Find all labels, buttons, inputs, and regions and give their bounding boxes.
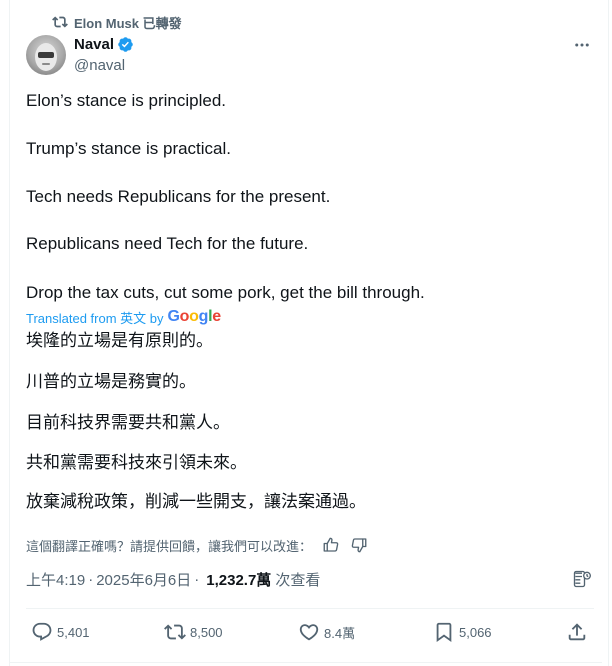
tweet-line: Drop the tax cuts, cut some pork, get th… [26,283,425,302]
translation-feedback: 這個翻譯正確嗎？請提供回饋，讓我們可以改進： [26,534,368,556]
tweet-meta: 上午4:19 · 2025年6月6日 · 1,232.7萬 次查看 [26,569,320,589]
bookmark-icon [436,622,452,643]
repost-button[interactable]: 8,500 [164,620,223,644]
tweet-line: Elon’s stance is principled. [26,91,227,110]
google-logo: Google [167,308,222,325]
reply-button[interactable]: 5,401 [31,620,90,644]
translated-from-link[interactable]: Translated from 英文 by Google [26,308,221,326]
repost-label: Elon Musk 已轉發 [74,15,182,31]
view-count: 1,232.7萬 [206,571,272,589]
tweet-line: Tech needs Republicans for the present. [26,187,331,206]
verified-badge-icon[interactable] [117,36,134,53]
translated-line: 共和黨需要科技來引領未來。 [26,453,247,472]
translated-label: Translated from 英文 by [26,310,164,326]
tweet-date[interactable]: 2025年6月6日 [96,569,191,590]
translated-line: 川普的立場是務實的。 [26,372,196,391]
author-name[interactable]: Naval [74,36,114,53]
reply-icon [32,622,52,641]
translated-line: 放棄減稅政策，削減一些開支，讓法案通過。 [26,492,366,511]
thumbs-up-icon[interactable] [322,536,340,554]
tweet-bottom-border [10,662,602,663]
like-count: 8.4萬 [324,625,356,641]
tweet-time[interactable]: 上午4:19 [26,569,85,590]
view-count-label: 次查看 [275,571,321,589]
avatar-image [35,43,57,71]
share-button[interactable] [566,620,592,644]
translated-line: 埃隆的立場是有原則的。 [26,331,213,350]
author-name-row[interactable]: Naval [74,36,134,53]
heart-icon [299,624,319,641]
translated-line: 目前科技界需要共和黨人。 [26,413,230,432]
repost-count: 8,500 [190,624,223,640]
repost-icon [52,16,68,28]
tweet-line: Republicans need Tech for the future. [26,234,309,253]
avatar[interactable] [26,35,66,75]
tweet-line: Trump’s stance is practical. [26,139,232,158]
like-button[interactable]: 8.4萬 [298,620,355,644]
thumbs-down-icon[interactable] [350,536,368,554]
reply-count: 5,401 [57,624,90,640]
bookmark-count: 5,066 [459,624,492,640]
more-options-button[interactable] [570,35,594,55]
repost-indicator[interactable]: Elon Musk 已轉發 [52,13,182,31]
meta-separator: · [194,570,200,588]
meta-separator: · [88,570,94,588]
column-border-right [608,0,609,666]
action-bar-divider [26,608,594,609]
feedback-prompt: 這個翻譯正確嗎？請提供回饋，讓我們可以改進： [26,538,313,554]
share-icon [568,623,586,641]
more-dots-icon [575,43,589,47]
bookmark-button[interactable]: 5,066 [433,620,492,644]
repost-icon [164,624,186,640]
author-handle[interactable]: @naval [74,57,125,74]
post-analytics-icon[interactable] [571,569,593,589]
column-border-left [9,0,10,666]
